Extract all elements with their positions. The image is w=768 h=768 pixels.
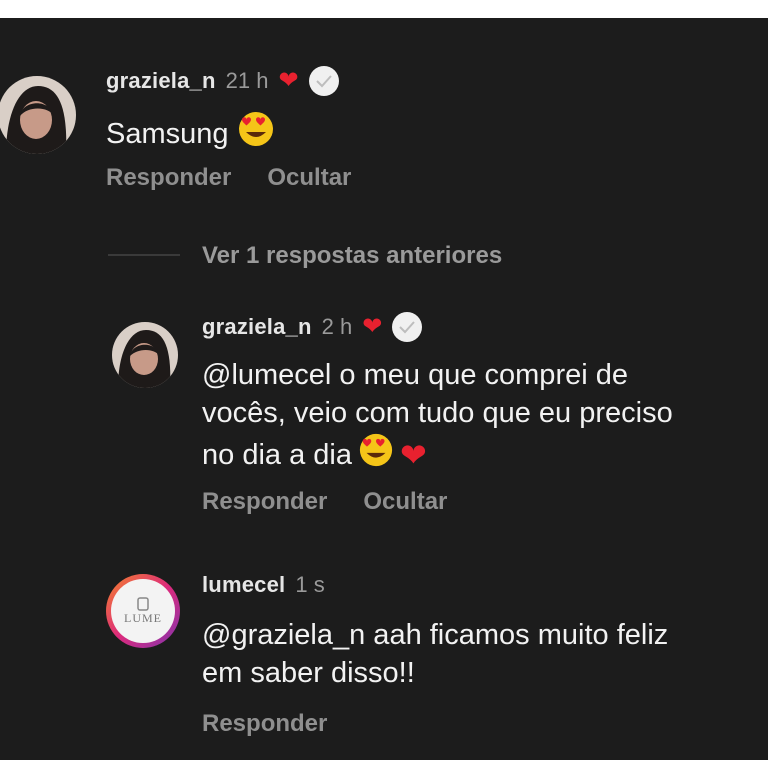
avatar[interactable]	[0, 76, 76, 154]
comment-time: 2 h	[321, 314, 353, 339]
user-photo-icon	[0, 76, 76, 154]
comment-text: Samsung	[106, 118, 229, 150]
verified-badge-icon	[392, 312, 423, 342]
user-photo-icon	[112, 322, 178, 388]
comments-panel: graziela_n 21 h ❤ Samsung Responder Ocul…	[0, 18, 768, 760]
hide-button[interactable]: Ocultar	[363, 488, 447, 516]
comment-text-line: em saber disso!!	[202, 657, 415, 689]
verified-badge-icon	[308, 66, 339, 96]
hide-button[interactable]: Ocultar	[267, 164, 351, 192]
brand-logo-text: LUME	[124, 610, 162, 625]
comment-time: 1 s	[295, 572, 325, 597]
phone-icon	[137, 596, 149, 611]
view-earlier-replies-link[interactable]: Ver 1 respostas anteriores	[202, 242, 502, 270]
comment-text-line: @lumecel o meu que comprei de	[202, 359, 628, 391]
comment-text: @lumecel o meu que comprei de vocês, vei…	[202, 356, 762, 478]
comment-username[interactable]: graziela_n	[202, 314, 312, 340]
heart-icon[interactable]: ❤	[362, 315, 382, 339]
brand-logo: LUME	[111, 579, 175, 643]
reply-button[interactable]: Responder	[202, 488, 327, 516]
comment-text: @graziela_n aah ficamos muito feliz em s…	[202, 616, 762, 692]
comment-text-line: vocês, veio com tudo que eu preciso	[202, 397, 673, 429]
comment-time: 21 h	[225, 68, 269, 93]
avatar[interactable]: LUME	[106, 574, 180, 648]
comment-username[interactable]: graziela_n	[106, 68, 216, 94]
heart-eyes-emoji-icon	[358, 432, 394, 478]
avatar[interactable]	[112, 322, 178, 388]
replies-divider	[108, 254, 180, 256]
comment-text-line: no dia a dia	[202, 439, 352, 471]
heart-icon: ❤	[399, 437, 427, 473]
comment-text-line: @graziela_n aah ficamos muito feliz	[202, 619, 669, 651]
reply-button[interactable]: Responder	[106, 164, 231, 192]
heart-icon[interactable]: ❤	[278, 69, 298, 93]
comment-username[interactable]: lumecel	[202, 572, 285, 598]
heart-eyes-emoji-icon	[237, 110, 275, 158]
reply-button[interactable]: Responder	[202, 710, 327, 737]
